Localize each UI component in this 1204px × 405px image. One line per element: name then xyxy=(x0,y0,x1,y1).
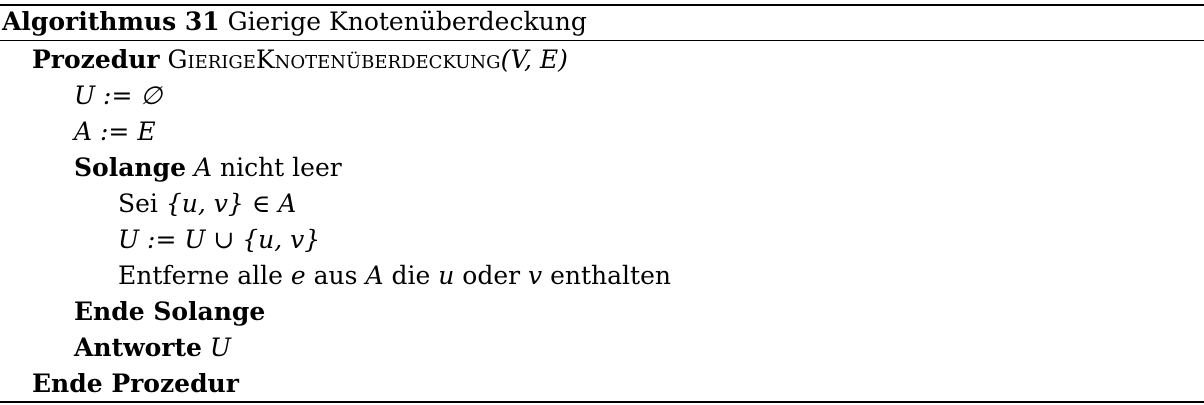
select-math: {u, v} ∈ A xyxy=(165,189,297,218)
remove-var-v: v xyxy=(528,261,543,290)
remove-text-4: oder xyxy=(462,261,521,290)
keyword-solange: Solange xyxy=(74,153,186,182)
remove-text-2: aus xyxy=(313,261,358,290)
remove-text-5: enthalten xyxy=(550,261,671,290)
remove-text-1: Entferne alle xyxy=(118,261,283,290)
remove-text-3: die xyxy=(391,261,431,290)
while-var: A xyxy=(193,153,213,182)
select-word: Sei xyxy=(118,189,158,218)
procedure-header-line: Prozedur GierigeKnotenüberdeckung(V, E) xyxy=(32,42,568,78)
while-condition: nicht leer xyxy=(219,153,342,182)
keyword-prozedur: Prozedur xyxy=(32,45,160,74)
remove-var-a: A xyxy=(365,261,384,290)
line-update-u: U := U ∪ {u, v} xyxy=(118,225,321,254)
algorithm-box: Algorithmus 31 Gierige Knotenüberdeckung… xyxy=(0,0,1204,405)
return-line: Antworte U xyxy=(74,330,231,366)
caption-rule xyxy=(0,40,1204,41)
algorithm-number: Algorithmus 31 xyxy=(2,7,220,36)
return-var: U xyxy=(209,333,231,362)
line-remove-edges: Entferne alle e aus A die u oder v entha… xyxy=(118,258,671,294)
bottom-rule xyxy=(0,401,1204,403)
line-select-edge: Sei {u, v} ∈ A xyxy=(118,186,296,222)
while-header-line: Solange A nicht leer xyxy=(74,150,342,186)
keyword-ende-prozedur: Ende Prozedur xyxy=(32,369,239,398)
remove-var-e: e xyxy=(290,261,306,290)
algorithm-caption: Algorithmus 31 Gierige Knotenüberdeckung xyxy=(2,6,587,38)
keyword-ende-solange: Ende Solange xyxy=(74,297,266,326)
keyword-antworte: Antworte xyxy=(74,333,202,362)
algorithm-title: Gierige Knotenüberdeckung xyxy=(227,7,587,36)
procedure-name: GierigeKnotenüberdeckung xyxy=(167,45,501,74)
line-init-a: A := E xyxy=(74,117,156,146)
remove-var-u: u xyxy=(438,261,455,290)
procedure-args: (V, E) xyxy=(500,45,568,74)
line-init-u: U := ∅ xyxy=(74,81,163,110)
